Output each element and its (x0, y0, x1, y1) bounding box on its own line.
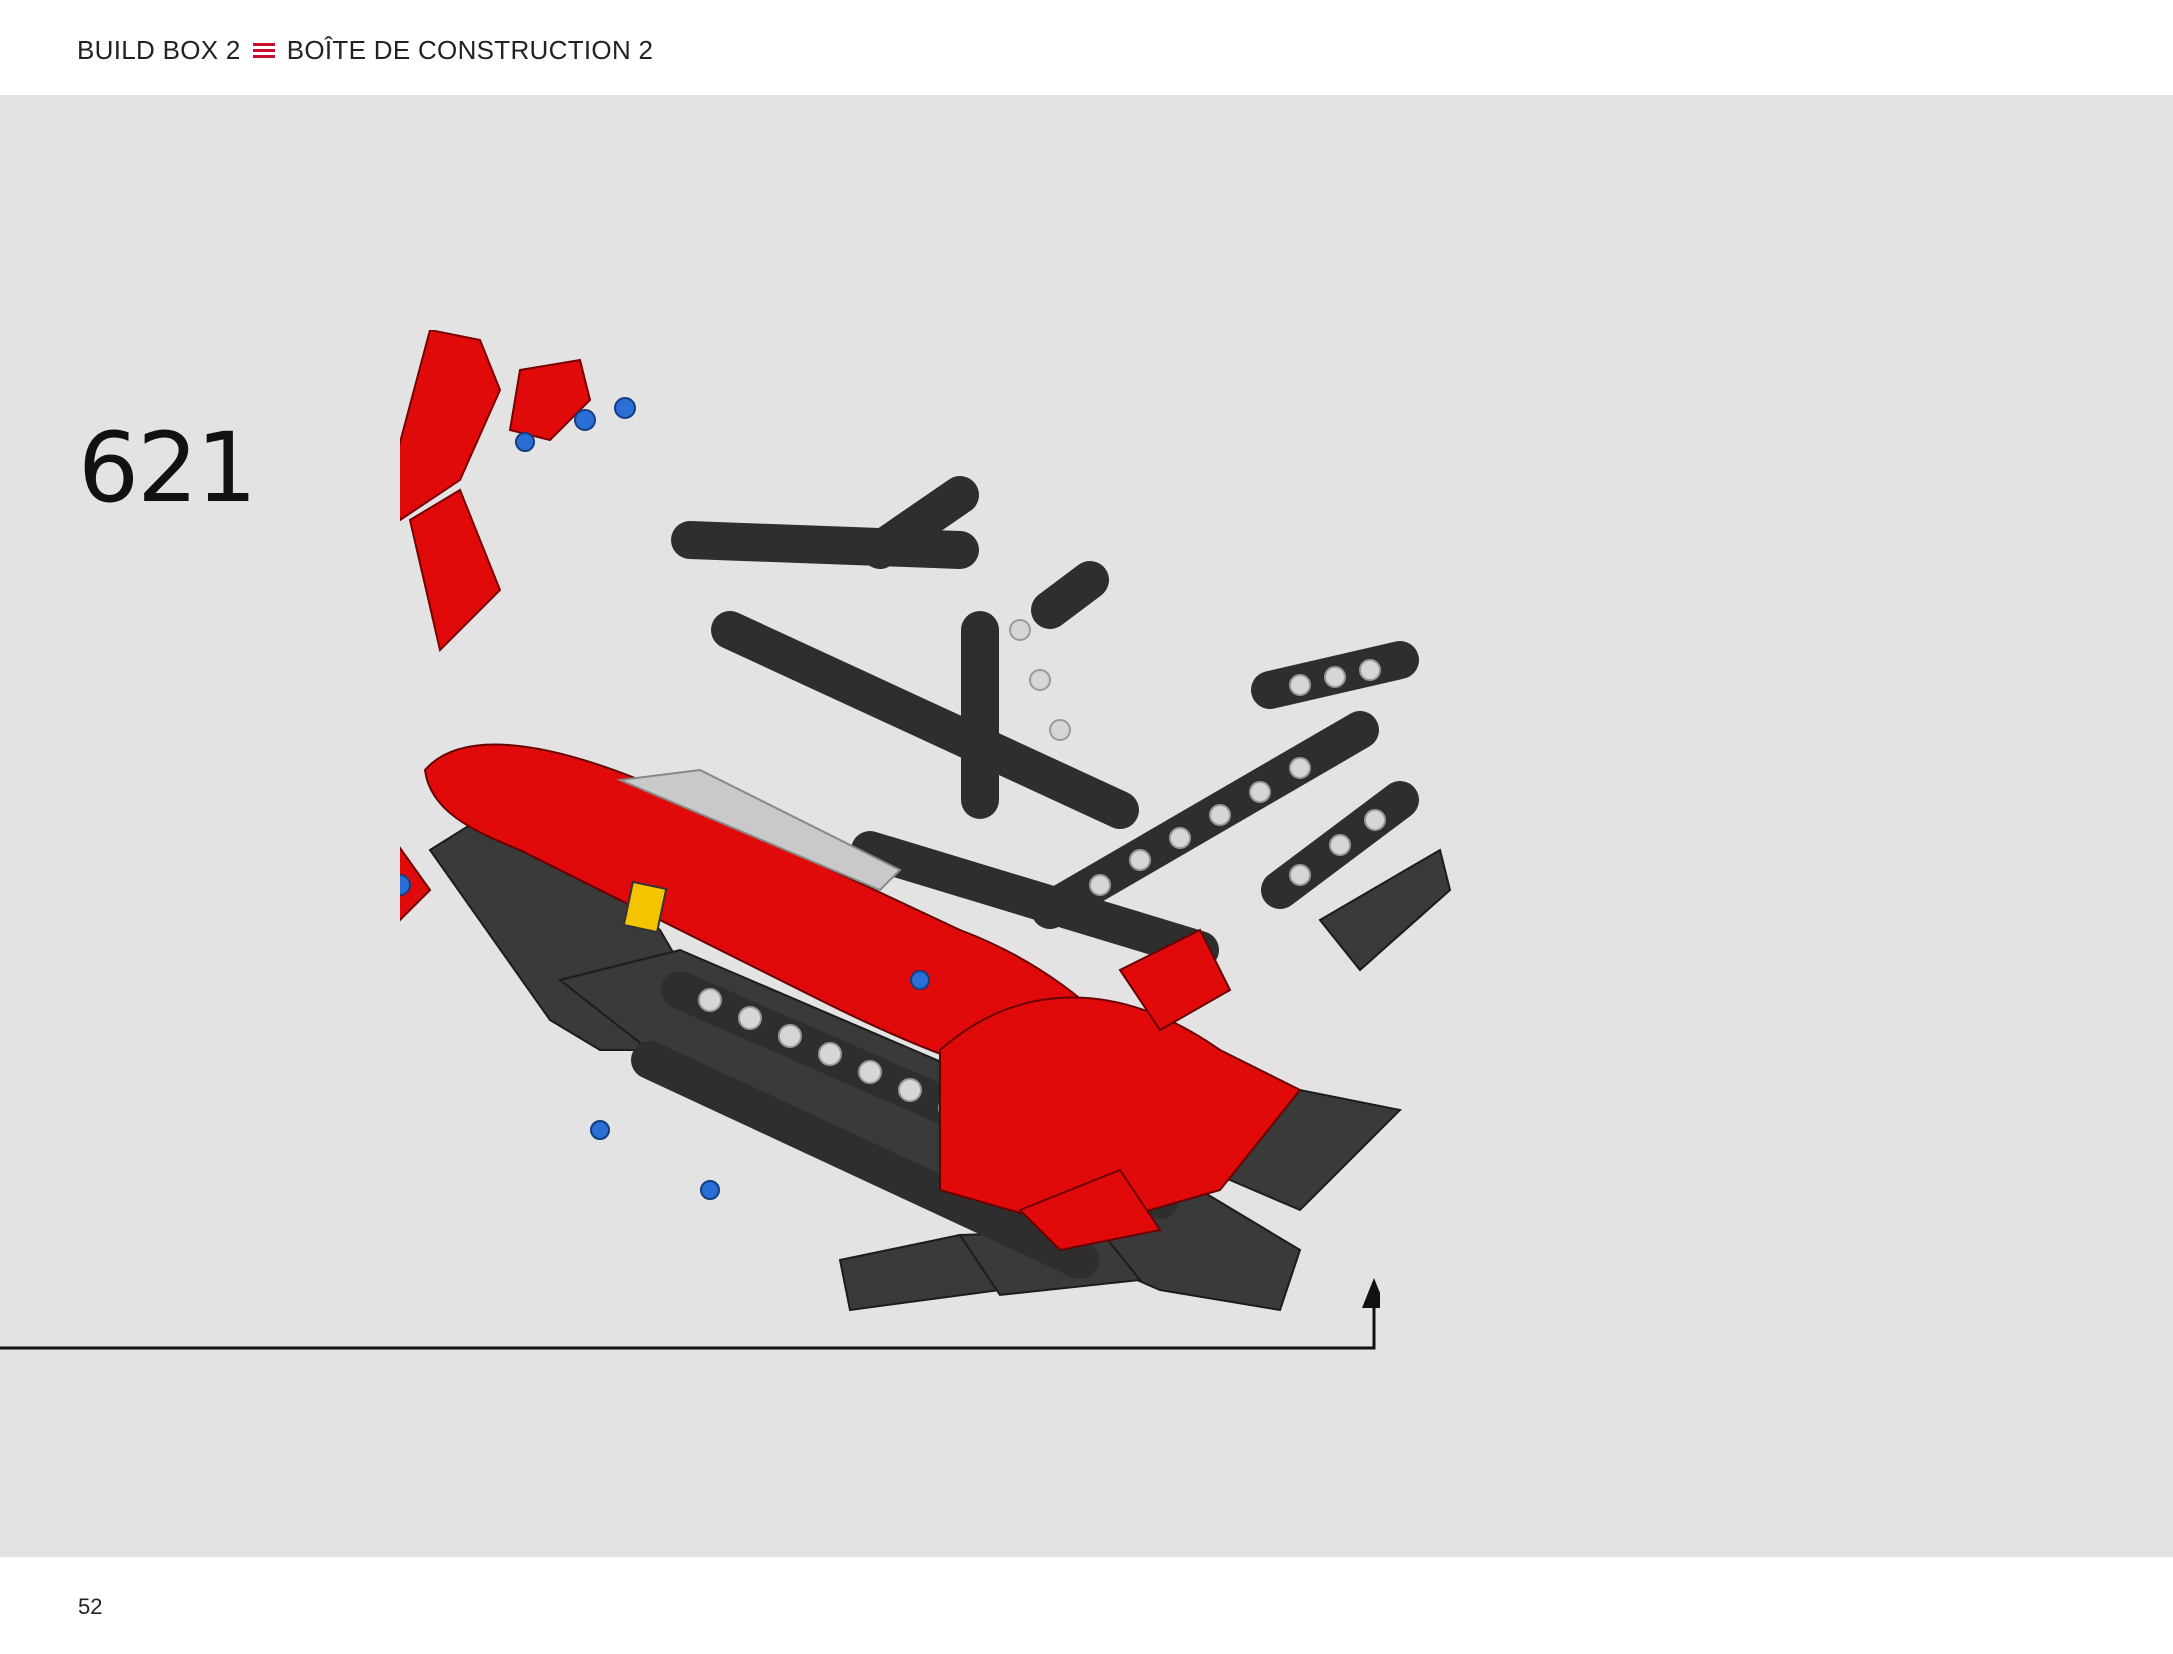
header-title-fr: BOÎTE DE CONSTRUCTION 2 (286, 34, 654, 65)
header-title-en: BUILD BOX 2 (77, 34, 241, 65)
header-title: BUILD BOX 2 BOÎTE DE CONSTRUCTION 2 (77, 34, 653, 66)
callout-arrow (0, 1278, 1380, 1350)
model-illustration (400, 330, 1452, 1312)
triple-line-icon (252, 42, 275, 58)
step-number: 621 (78, 412, 257, 524)
page-header: BUILD BOX 2 BOÎTE DE CONSTRUCTION 2 (0, 0, 2173, 95)
page-footer (0, 1557, 2173, 1654)
page-number: 52 (78, 1594, 103, 1619)
